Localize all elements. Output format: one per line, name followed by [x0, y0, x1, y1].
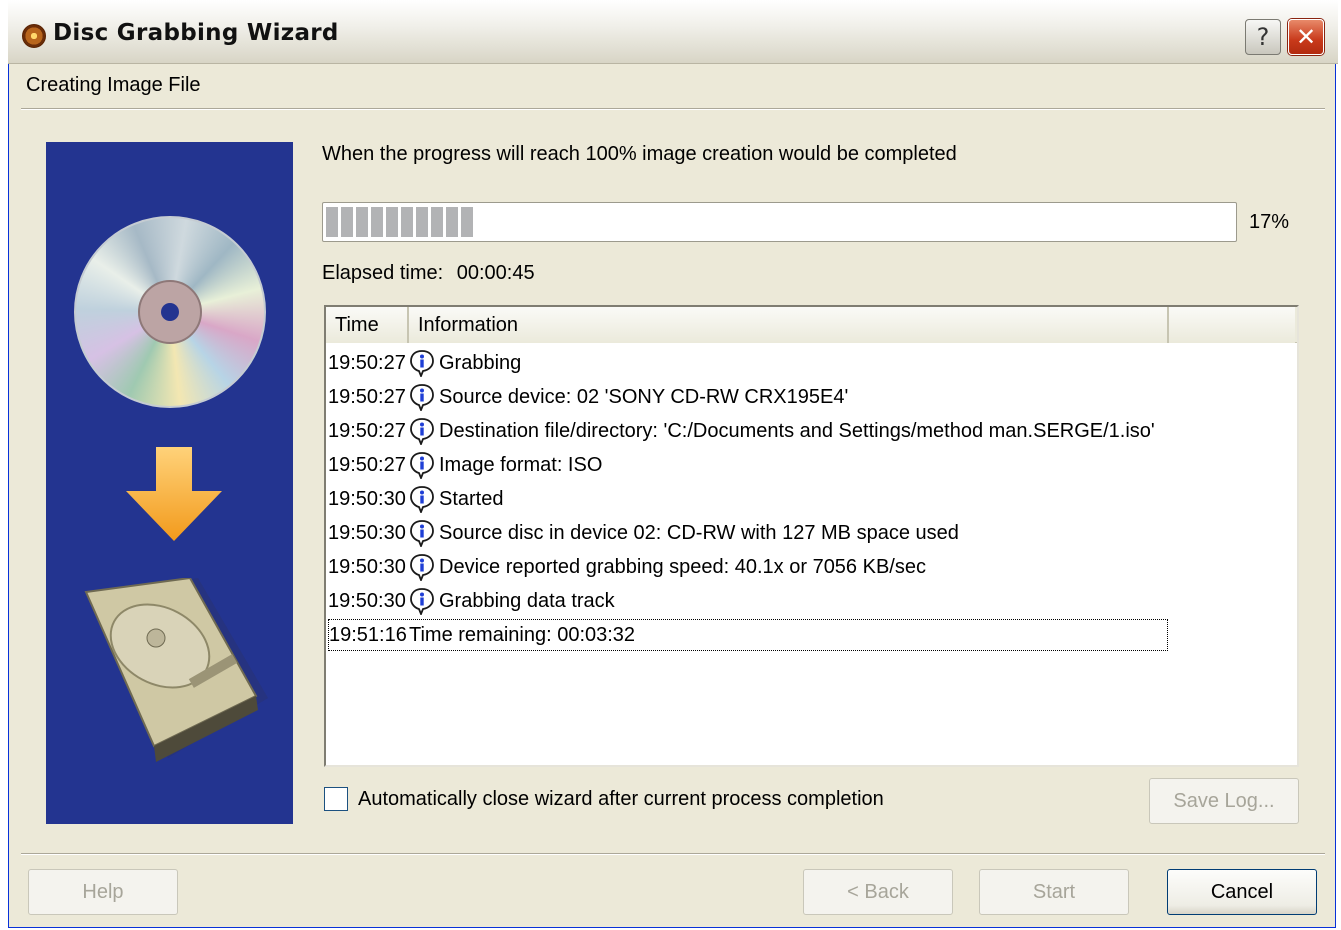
progress-block — [431, 207, 443, 237]
log-row[interactable]: 19:51:16 Time remaining: 00:03:32 — [328, 619, 1168, 651]
log-row[interactable]: 19:50:30 Started — [328, 483, 503, 515]
save-log-button[interactable]: Save Log... — [1149, 778, 1299, 824]
wizard-window: Disc Grabbing Wizard ? ✕ Creating Image … — [8, 0, 1338, 928]
log-row-time: 19:50:27 — [328, 419, 406, 442]
progress-block — [401, 207, 413, 237]
progress-bar — [322, 202, 1237, 242]
cd-disc-icon — [74, 216, 266, 408]
log-row[interactable]: 19:50:27 Grabbing — [328, 347, 521, 379]
help-button[interactable]: Help — [28, 869, 178, 915]
log-row-text: Destination file/directory: 'C:/Document… — [439, 419, 1155, 442]
down-arrow-icon — [126, 447, 222, 541]
elapsed-time: Elapsed time: 00:00:45 — [322, 262, 535, 285]
log-row[interactable]: 19:50:27 Destination file/directory: 'C:/… — [328, 415, 1155, 447]
log-row-time: 19:50:27 — [328, 385, 406, 408]
log-row[interactable]: 19:50:30 Device reported grabbing speed: … — [328, 551, 926, 583]
log-header: Time Information — [326, 307, 1297, 343]
footer-divider — [21, 853, 1325, 855]
log-row-time: 19:50:30 — [328, 589, 406, 612]
log-row-time: 19:50:27 — [328, 351, 406, 374]
elapsed-time-label: Elapsed time: — [322, 262, 444, 284]
progress-block — [416, 207, 428, 237]
progress-block — [461, 207, 473, 237]
hard-drive-icon — [84, 578, 268, 762]
log-row-text: Source device: 02 'SONY CD-RW CRX195E4' — [439, 385, 849, 408]
cancel-button[interactable]: Cancel — [1167, 869, 1317, 915]
disc-hole — [161, 303, 179, 321]
help-title-button[interactable]: ? — [1245, 19, 1281, 55]
log-row-text: Source disc in device 02: CD-RW with 127… — [439, 521, 959, 544]
log-list[interactable]: Time Information 19:50:27 Grabbing 19:50:2… — [324, 305, 1299, 767]
step-title: Creating Image File — [26, 74, 201, 96]
info-icon — [410, 554, 434, 581]
progress-block — [326, 207, 338, 237]
log-row[interactable]: 19:50:27 Source device: 02 'SONY CD-RW CR… — [328, 381, 848, 413]
progress-bar-fill — [326, 207, 1233, 237]
log-row[interactable]: 19:50:30 Source disc in device 02: CD-RW … — [328, 517, 959, 549]
info-icon — [410, 486, 434, 513]
progress-percent: 17% — [1249, 211, 1290, 233]
progress-intro-text: When the progress will reach 100% image … — [322, 143, 957, 165]
log-row[interactable]: 19:50:27 Image format: ISO — [328, 449, 602, 481]
info-icon — [410, 418, 434, 445]
log-row-time: 19:50:30 — [328, 521, 406, 544]
log-row-text: Grabbing — [439, 351, 522, 374]
info-icon — [410, 452, 434, 479]
wizard-side-panel — [46, 142, 293, 824]
elapsed-time-value: 00:00:45 — [456, 262, 535, 284]
back-button[interactable]: < Back — [803, 869, 953, 915]
progress-block — [446, 207, 458, 237]
info-icon — [410, 350, 434, 377]
header-divider — [21, 108, 1325, 110]
column-header-extra[interactable] — [1169, 307, 1295, 343]
column-header-time[interactable]: Time — [326, 307, 409, 343]
start-button[interactable]: Start — [979, 869, 1129, 915]
auto-close-checkbox[interactable] — [324, 787, 348, 811]
close-button[interactable]: ✕ — [1288, 19, 1324, 55]
info-icon — [410, 384, 434, 411]
auto-close-label[interactable]: Automatically close wizard after current… — [358, 788, 884, 811]
log-row-time: 19:50:30 — [328, 555, 406, 578]
auto-close-option[interactable]: Automatically close wizard after current… — [324, 787, 884, 811]
log-row-text: Grabbing data track — [439, 589, 615, 612]
info-icon — [410, 520, 434, 547]
log-row[interactable]: 19:50:30 Grabbing data track — [328, 585, 615, 617]
log-row-text: Started — [439, 487, 504, 510]
log-row-time: 19:50:30 — [328, 487, 406, 510]
app-logo-icon — [22, 24, 46, 48]
progress-block — [341, 207, 353, 237]
log-row-text: Image format: ISO — [439, 453, 603, 476]
progress-block — [386, 207, 398, 237]
log-row-text: Time remaining: 00:03:32 — [409, 623, 636, 646]
progress-block — [371, 207, 383, 237]
title-bar[interactable]: Disc Grabbing Wizard ? ✕ — [8, 0, 1338, 64]
column-header-information[interactable]: Information — [409, 307, 1169, 343]
info-icon — [410, 588, 434, 615]
log-row-time: 19:51:16 — [329, 623, 407, 646]
log-row-time: 19:50:27 — [328, 453, 406, 476]
progress-block — [356, 207, 368, 237]
log-row-text: Device reported grabbing speed: 40.1x or… — [439, 555, 926, 578]
window-title: Disc Grabbing Wizard — [53, 20, 339, 46]
disc-hub — [138, 280, 202, 344]
